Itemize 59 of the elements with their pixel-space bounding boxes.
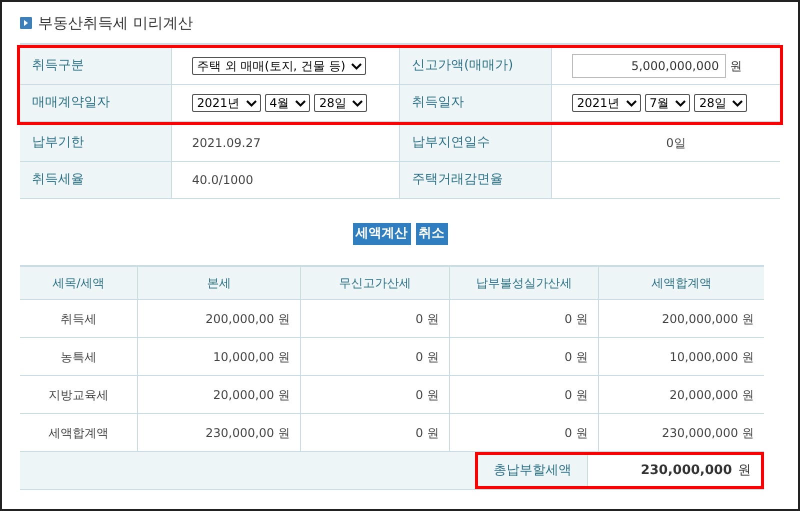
table-cell-text: 0 원 — [416, 348, 439, 366]
page-title: 부동산취득세 미리계산 — [38, 12, 193, 34]
field-label: 주택거래감면율 — [412, 171, 503, 190]
table-cell-text: 0 원 — [564, 348, 588, 366]
table-cell-text: 200,000,00 원 — [205, 310, 290, 328]
dropdown[interactable]: 28일 — [314, 94, 368, 112]
column-header: 세목/세액 — [52, 275, 105, 292]
column-header: 무신고가산세 — [339, 275, 411, 292]
amount-field[interactable]: 5,000,000,000 — [572, 54, 726, 78]
dropdown[interactable]: 2021년 — [192, 94, 261, 112]
table-cell-text: 취득세 — [60, 310, 96, 328]
table-cell-text: 230,000,000 원 — [662, 424, 754, 442]
field-label: 납부지연일수 — [412, 134, 490, 152]
table-cell-text: 0 원 — [564, 424, 588, 442]
column-header: 본세 — [207, 275, 231, 292]
table-cell-text: 10,000,000 원 — [669, 348, 754, 366]
table-cell-text: 0 원 — [564, 310, 588, 328]
chevron-down-icon — [626, 100, 637, 106]
dropdown[interactable]: 7월 — [644, 94, 690, 112]
field-value: 2021.09.27 — [192, 135, 261, 152]
dropdown[interactable]: 4월 — [264, 94, 310, 112]
field-label: 신고가액(매매가) — [412, 57, 514, 76]
dropdown[interactable]: 28일 — [694, 94, 748, 112]
table-cell-text: 20,000,000 원 — [669, 386, 754, 404]
field-label: 매매계약일자 — [32, 94, 110, 112]
chevron-down-icon — [351, 62, 362, 70]
total-value: 230,000,000 — [640, 462, 732, 480]
table-cell-text: 0 원 — [416, 424, 439, 442]
unit-label: 원 — [730, 58, 742, 75]
field-value: 40.0/1000 — [192, 172, 254, 189]
table-cell-text: 230,000,00 원 — [205, 424, 290, 442]
unit-label: 원 — [738, 462, 751, 480]
table-cell-text: 200,000,000 원 — [662, 310, 754, 328]
field-value: 0일 — [666, 135, 686, 152]
table-cell-text: 지방교육세 — [48, 386, 108, 404]
table-cell-text: 0 원 — [416, 386, 439, 404]
table-cell-text: 농특세 — [60, 348, 96, 366]
dropdown[interactable]: 2021년 — [572, 94, 641, 112]
field-label: 취득일자 — [412, 94, 464, 112]
field-label: 취득구분 — [32, 57, 84, 76]
action-button[interactable]: 세액계산 — [352, 223, 410, 245]
table-cell-text: 10,000,00 원 — [213, 348, 290, 366]
table-cell-text: 0 원 — [564, 386, 588, 404]
chevron-down-icon — [732, 100, 744, 106]
total-label: 총납부할세액 — [494, 462, 572, 480]
chevron-down-icon — [675, 100, 686, 106]
column-header: 납부불성실가산세 — [476, 275, 572, 292]
table-cell-text: 0 원 — [416, 310, 439, 328]
table-cell-text: 20,000,00 원 — [213, 386, 290, 404]
table-cell-text: 세액합계액 — [48, 424, 108, 442]
chevron-down-icon — [246, 100, 257, 106]
chevron-down-icon — [295, 100, 306, 106]
field-label: 납부기한 — [32, 134, 84, 152]
field-label: 취득세율 — [32, 171, 84, 190]
dropdown[interactable]: 주택 외 매매(토지, 건물 등) — [192, 57, 366, 75]
column-header: 세액합계액 — [652, 275, 712, 292]
bullet-icon — [20, 17, 32, 29]
chevron-down-icon — [352, 100, 364, 106]
action-button[interactable]: 취소 — [416, 223, 448, 245]
